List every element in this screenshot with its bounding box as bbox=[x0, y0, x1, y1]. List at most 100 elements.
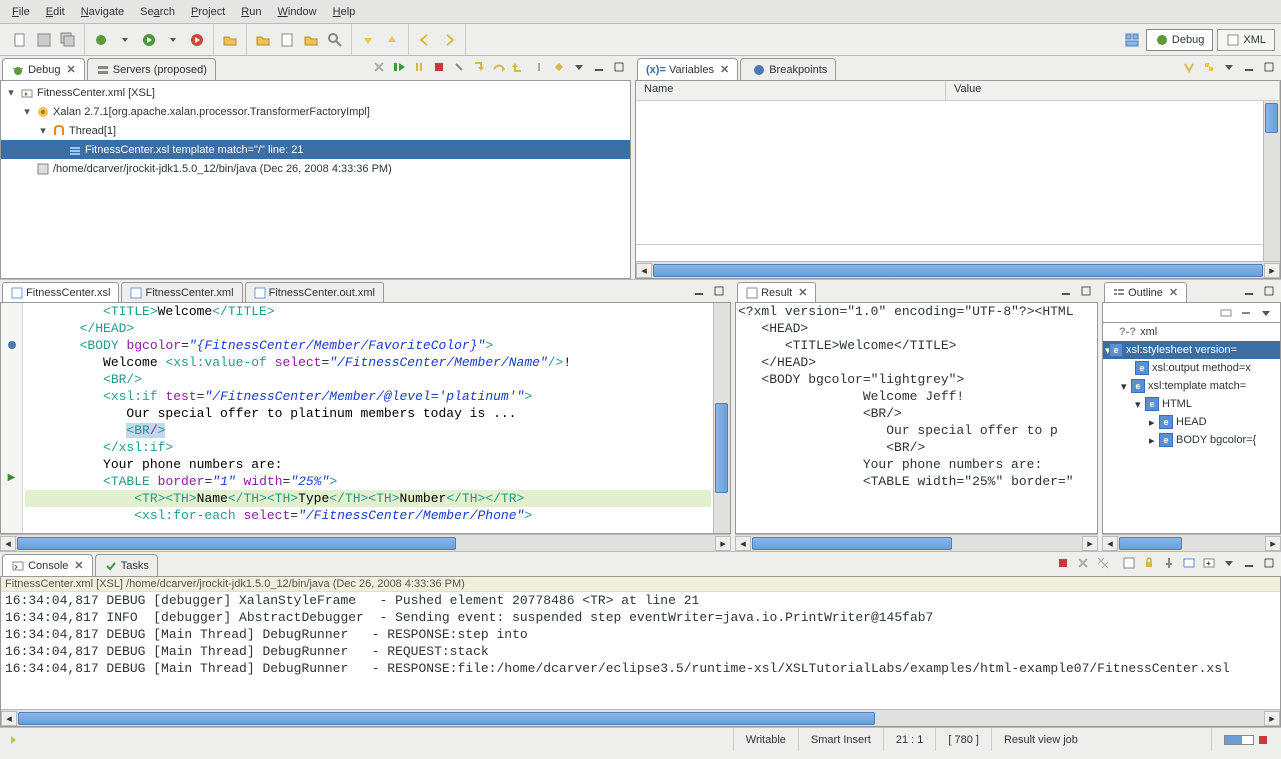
run-button[interactable] bbox=[138, 29, 160, 51]
variables-table-body[interactable] bbox=[636, 101, 1280, 244]
minimize-button[interactable] bbox=[1240, 58, 1258, 76]
outline-head[interactable]: ▸eHEAD bbox=[1103, 413, 1280, 431]
editor-tab-xml[interactable]: FitnessCenter.xml bbox=[121, 282, 242, 302]
tree-terminated[interactable]: /home/dcarver/jrockit-jdk1.5.0_12/bin/ja… bbox=[1, 159, 630, 178]
menu-help[interactable]: Help bbox=[325, 3, 364, 21]
menu-search[interactable]: Search bbox=[132, 3, 183, 21]
menu-edit[interactable]: Edit bbox=[38, 3, 73, 21]
outline-stylesheet[interactable]: ▾exsl:stylesheet version= bbox=[1103, 341, 1280, 359]
stop-icon[interactable] bbox=[1257, 734, 1269, 746]
tab-result[interactable]: Result ✕ bbox=[737, 282, 816, 302]
step-return-button[interactable] bbox=[510, 58, 528, 76]
toggle-button[interactable] bbox=[1217, 304, 1235, 322]
close-icon[interactable]: ✕ bbox=[74, 559, 83, 572]
result-area[interactable]: <?xml version="1.0" encoding="UTF-8"?><H… bbox=[735, 302, 1098, 534]
tab-servers[interactable]: Servers (proposed) bbox=[87, 58, 216, 80]
new-wizard-button[interactable] bbox=[252, 29, 274, 51]
menu-window[interactable]: Window bbox=[269, 3, 324, 21]
hscrollbar[interactable]: ◂ ▸ bbox=[636, 261, 1280, 278]
collapse-button[interactable] bbox=[1237, 304, 1255, 322]
open-perspective-button[interactable] bbox=[1121, 29, 1143, 51]
show-type-names-button[interactable] bbox=[1180, 58, 1198, 76]
breakpoint-marker[interactable] bbox=[8, 341, 16, 349]
minimize-button[interactable] bbox=[1057, 282, 1075, 300]
open-resource-button[interactable] bbox=[276, 29, 298, 51]
tree-thread[interactable]: ▾ Thread[1] bbox=[1, 121, 630, 140]
minimize-button[interactable] bbox=[690, 282, 708, 300]
col-value[interactable]: Value bbox=[946, 81, 1280, 100]
debug-tree[interactable]: ▾ FitnessCenter.xml [XSL] ▾ Xalan 2.7.1[… bbox=[1, 81, 630, 180]
suspend-button[interactable] bbox=[410, 58, 428, 76]
outline-template[interactable]: ▾exsl:template match= bbox=[1103, 377, 1280, 395]
console-output[interactable]: 16:34:04,817 DEBUG [debugger] XalanStyle… bbox=[1, 592, 1280, 709]
outline-xml-decl[interactable]: ?-?xml bbox=[1103, 323, 1280, 341]
save-button[interactable] bbox=[33, 29, 55, 51]
result-source[interactable]: <?xml version="1.0" encoding="UTF-8"?><H… bbox=[736, 303, 1076, 533]
tab-debug[interactable]: Debug ✕ bbox=[2, 58, 85, 80]
minimize-button[interactable] bbox=[1240, 554, 1258, 572]
tab-variables[interactable]: (x)= Variables ✕ bbox=[637, 58, 738, 80]
menu-project[interactable]: Project bbox=[183, 3, 233, 21]
perspective-xml[interactable]: XML bbox=[1217, 29, 1275, 51]
maximize-button[interactable] bbox=[1077, 282, 1095, 300]
step-filters-button[interactable] bbox=[550, 58, 568, 76]
external-tools-button[interactable] bbox=[186, 29, 208, 51]
maximize-button[interactable] bbox=[1260, 554, 1278, 572]
debug-button[interactable] bbox=[90, 29, 112, 51]
result-hscrollbar[interactable]: ◂ ▸ bbox=[735, 534, 1098, 551]
back-button[interactable] bbox=[414, 29, 436, 51]
progress-indicator[interactable] bbox=[1211, 728, 1281, 751]
maximize-button[interactable] bbox=[710, 282, 728, 300]
outline-tree[interactable]: ?-?xml ▾exsl:stylesheet version= exsl:ou… bbox=[1102, 322, 1281, 534]
editor-tab-out[interactable]: FitnessCenter.out.xml bbox=[245, 282, 384, 302]
tree-launch[interactable]: ▾ FitnessCenter.xml [XSL] bbox=[1, 83, 630, 102]
open-type-button[interactable] bbox=[219, 29, 241, 51]
maximize-button[interactable] bbox=[1260, 58, 1278, 76]
step-over-button[interactable] bbox=[490, 58, 508, 76]
next-annotation-button[interactable] bbox=[357, 29, 379, 51]
tab-breakpoints[interactable]: Breakpoints bbox=[740, 58, 836, 80]
xsl-source[interactable]: <TITLE>Welcome</TITLE> </HEAD> <BODY bgc… bbox=[23, 303, 713, 533]
outline-body[interactable]: ▸eBODY bgcolor={ bbox=[1103, 431, 1280, 449]
editor-hscrollbar[interactable]: ◂ ▸ bbox=[0, 534, 731, 551]
prev-annotation-button[interactable] bbox=[381, 29, 403, 51]
pin-console-button[interactable] bbox=[1160, 554, 1178, 572]
display-console-button[interactable] bbox=[1180, 554, 1198, 572]
forward-button[interactable] bbox=[438, 29, 460, 51]
outline-html[interactable]: ▾eHTML bbox=[1103, 395, 1280, 413]
perspective-debug[interactable]: Debug bbox=[1146, 29, 1213, 51]
disconnect-button[interactable] bbox=[450, 58, 468, 76]
tree-process[interactable]: ▾ Xalan 2.7.1[org.apache.xalan.processor… bbox=[1, 102, 630, 121]
outline-output[interactable]: exsl:output method=x bbox=[1103, 359, 1280, 377]
terminate-console-button[interactable] bbox=[1054, 554, 1072, 572]
outline-hscrollbar[interactable]: ◂ ▸ bbox=[1102, 534, 1281, 551]
collapse-all-button[interactable] bbox=[1200, 58, 1218, 76]
view-menu-button[interactable] bbox=[1220, 58, 1238, 76]
terminate-button[interactable] bbox=[430, 58, 448, 76]
save-all-button[interactable] bbox=[57, 29, 79, 51]
view-menu-button[interactable] bbox=[1220, 554, 1238, 572]
clear-console-button[interactable] bbox=[1120, 554, 1138, 572]
menu-navigate[interactable]: Navigate bbox=[73, 3, 132, 21]
menu-file[interactable]: File bbox=[4, 3, 38, 21]
view-menu-button[interactable] bbox=[570, 58, 588, 76]
tab-tasks[interactable]: Tasks bbox=[95, 554, 158, 576]
step-into-button[interactable] bbox=[470, 58, 488, 76]
tree-stackframe[interactable]: FitnessCenter.xsl template match="/" lin… bbox=[1, 140, 630, 159]
console-hscrollbar[interactable]: ◂ ▸ bbox=[1, 709, 1280, 726]
remove-launch-button[interactable] bbox=[370, 58, 388, 76]
scroll-right-icon[interactable]: ▸ bbox=[1264, 263, 1280, 278]
minimize-button[interactable] bbox=[1240, 282, 1258, 300]
vscrollbar[interactable] bbox=[713, 303, 730, 533]
col-name[interactable]: Name bbox=[636, 81, 946, 100]
editor-tab-xsl[interactable]: FitnessCenter.xsl bbox=[2, 282, 119, 302]
resume-button[interactable] bbox=[390, 58, 408, 76]
tab-outline[interactable]: Outline ✕ bbox=[1104, 282, 1187, 302]
close-icon[interactable]: ✕ bbox=[798, 286, 807, 299]
close-icon[interactable]: ✕ bbox=[66, 63, 75, 76]
folder-button[interactable] bbox=[300, 29, 322, 51]
new-button[interactable] bbox=[9, 29, 31, 51]
view-menu-button[interactable] bbox=[1257, 304, 1275, 322]
close-icon[interactable]: ✕ bbox=[1169, 286, 1178, 299]
scroll-lock-button[interactable] bbox=[1140, 554, 1158, 572]
